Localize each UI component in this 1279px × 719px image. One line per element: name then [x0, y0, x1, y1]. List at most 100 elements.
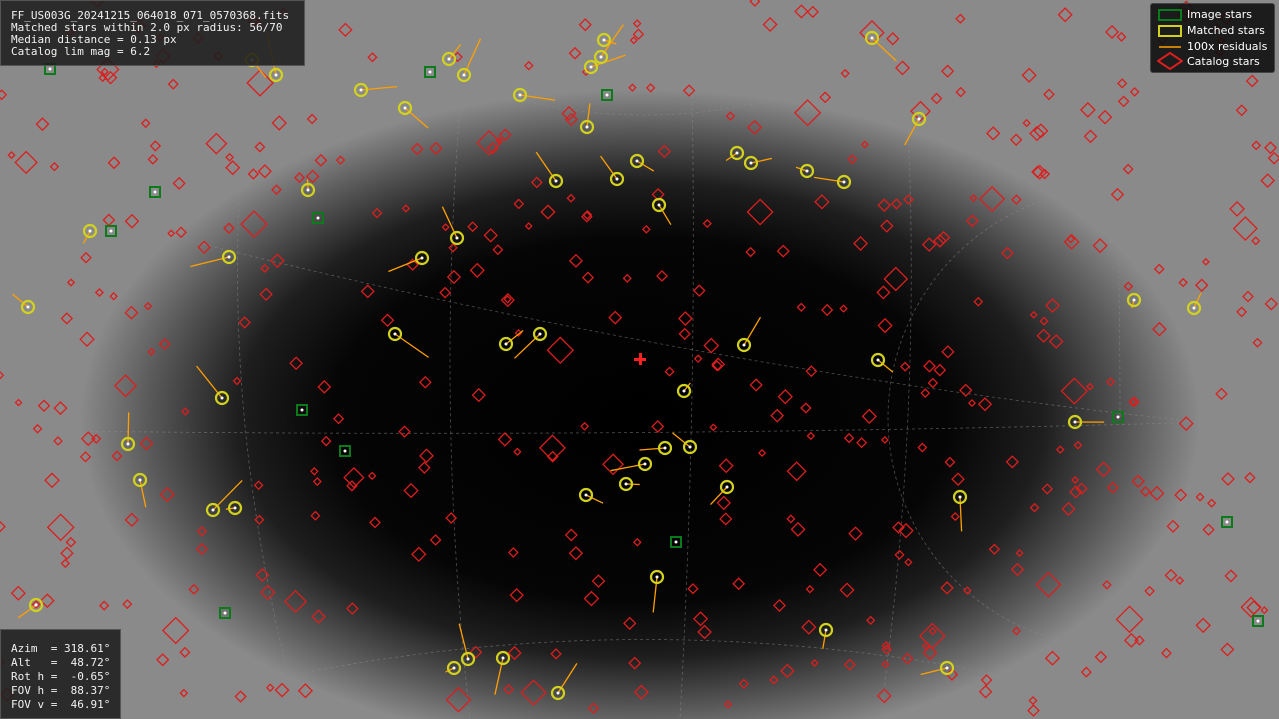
catalog-star-marker [1057, 7, 1073, 23]
catalog-star-marker [693, 354, 703, 364]
catalog-star-marker [147, 347, 156, 356]
catalog-star-marker [546, 336, 575, 364]
catalog-star-marker [1102, 580, 1112, 590]
residual-line [639, 447, 666, 451]
catalog-star-marker [1149, 485, 1165, 501]
catalog-star-marker [111, 450, 123, 462]
catalog-star-marker [564, 112, 578, 126]
catalog-star-marker [821, 303, 834, 317]
catalog-star-marker [0, 521, 6, 533]
star-point [742, 343, 746, 347]
center-cross-icon [634, 353, 646, 365]
catalog-star-marker [260, 584, 276, 601]
catalog-star-marker [770, 408, 785, 423]
catalog-star-marker [790, 521, 806, 537]
catalog-star-marker [904, 558, 913, 567]
catalog-star-marker [880, 219, 894, 233]
catalog-star-marker [1245, 74, 1259, 88]
altitude-readout: Alt = 48.72° [11, 656, 111, 669]
star-point [428, 70, 432, 74]
catalog-star-marker [257, 164, 272, 179]
catalog-star-marker [1144, 585, 1155, 597]
catalog-star-marker [895, 60, 911, 76]
catalog-star-marker [335, 155, 346, 165]
catalog-star-marker [1134, 635, 1145, 646]
star-point [403, 106, 407, 110]
catalog-star-marker [265, 683, 275, 693]
catalog-star-marker [1044, 650, 1061, 666]
catalog-star-marker [944, 456, 956, 468]
star-point [447, 57, 451, 61]
catalog-star-marker [179, 688, 189, 698]
star-point [805, 169, 809, 173]
catalog-star-marker [950, 511, 960, 522]
catalog-star-marker [927, 377, 939, 389]
catalog-star-marker [109, 292, 118, 301]
image-star-icon [1158, 9, 1182, 21]
catalog-star-marker [439, 286, 452, 299]
catalog-star-marker [719, 512, 733, 526]
star-point [842, 180, 846, 184]
catalog-star-marker [147, 153, 159, 165]
catalog-star-marker [1061, 501, 1076, 517]
catalog-star-marker [1178, 277, 1188, 288]
star-point [688, 445, 692, 449]
catalog-star-marker [401, 204, 411, 213]
catalog-star-marker [796, 302, 806, 312]
catalog-star-marker [1041, 483, 1053, 495]
catalog-star-marker [581, 271, 595, 284]
catalog-star-marker [306, 113, 318, 125]
catalog-star-marker [124, 512, 140, 528]
star-point [605, 93, 609, 97]
catalog-star-marker [1043, 88, 1055, 101]
catalog-star-marker [1029, 502, 1040, 513]
star-point [211, 508, 215, 512]
catalog-star-marker [967, 399, 977, 408]
catalog-star-marker [1083, 129, 1098, 144]
catalog-star-marker [780, 663, 795, 679]
catalog-star-marker [969, 194, 978, 202]
star-point [306, 188, 310, 192]
catalog-star-marker [632, 537, 642, 547]
legend-catalog-stars-label: Catalog stars [1187, 55, 1260, 68]
catalog-star-marker [1260, 606, 1269, 615]
catalog-star-marker [271, 115, 287, 131]
star-point [452, 666, 456, 670]
catalog-star-marker [1251, 236, 1261, 246]
catalog-star-marker [591, 574, 606, 588]
legend: Image stars Matched stars 100x residuals… [1150, 3, 1275, 73]
star-point [674, 540, 678, 544]
catalog-star-marker [538, 434, 566, 462]
view-parameters-panel: Azim = 318.61° Alt = 48.72° Rot h = -0.65°… [0, 629, 121, 719]
catalog-star-marker [283, 589, 308, 614]
catalog-star-marker [810, 658, 819, 668]
grid-line [299, 0, 1001, 116]
residual-line [822, 629, 827, 649]
catalog-star-marker [1048, 334, 1064, 349]
catalog-star-marker [856, 437, 868, 449]
catalog-star-marker [269, 253, 285, 269]
catalog-star-marker [847, 154, 858, 165]
catalog-star-marker [805, 365, 818, 378]
legend-matched-stars-label: Matched stars [1187, 24, 1265, 37]
catalog-star-marker [159, 487, 175, 503]
catalog-star-marker [1232, 216, 1258, 242]
catalog-star-marker [49, 161, 60, 172]
catalog-star-marker [580, 421, 590, 431]
catalog-star-marker [469, 262, 485, 278]
catalog-star-marker [702, 218, 712, 229]
catalog-star-marker [124, 305, 139, 320]
catalog-star-marker [1201, 257, 1210, 266]
catalog-star-marker [1123, 281, 1134, 292]
catalog-star-marker [80, 251, 92, 264]
catalog-star-marker [1215, 387, 1228, 401]
catalog-star-marker [1129, 86, 1140, 97]
catalog-star-marker [310, 467, 319, 476]
catalog-star-marker [692, 611, 709, 627]
star-point [227, 255, 231, 259]
catalog-star-marker [1028, 696, 1038, 706]
catalog-star-marker [1153, 263, 1165, 275]
catalog-star-marker [122, 599, 133, 610]
catalog-star-marker [53, 436, 63, 446]
catalog-star-marker [247, 168, 260, 180]
